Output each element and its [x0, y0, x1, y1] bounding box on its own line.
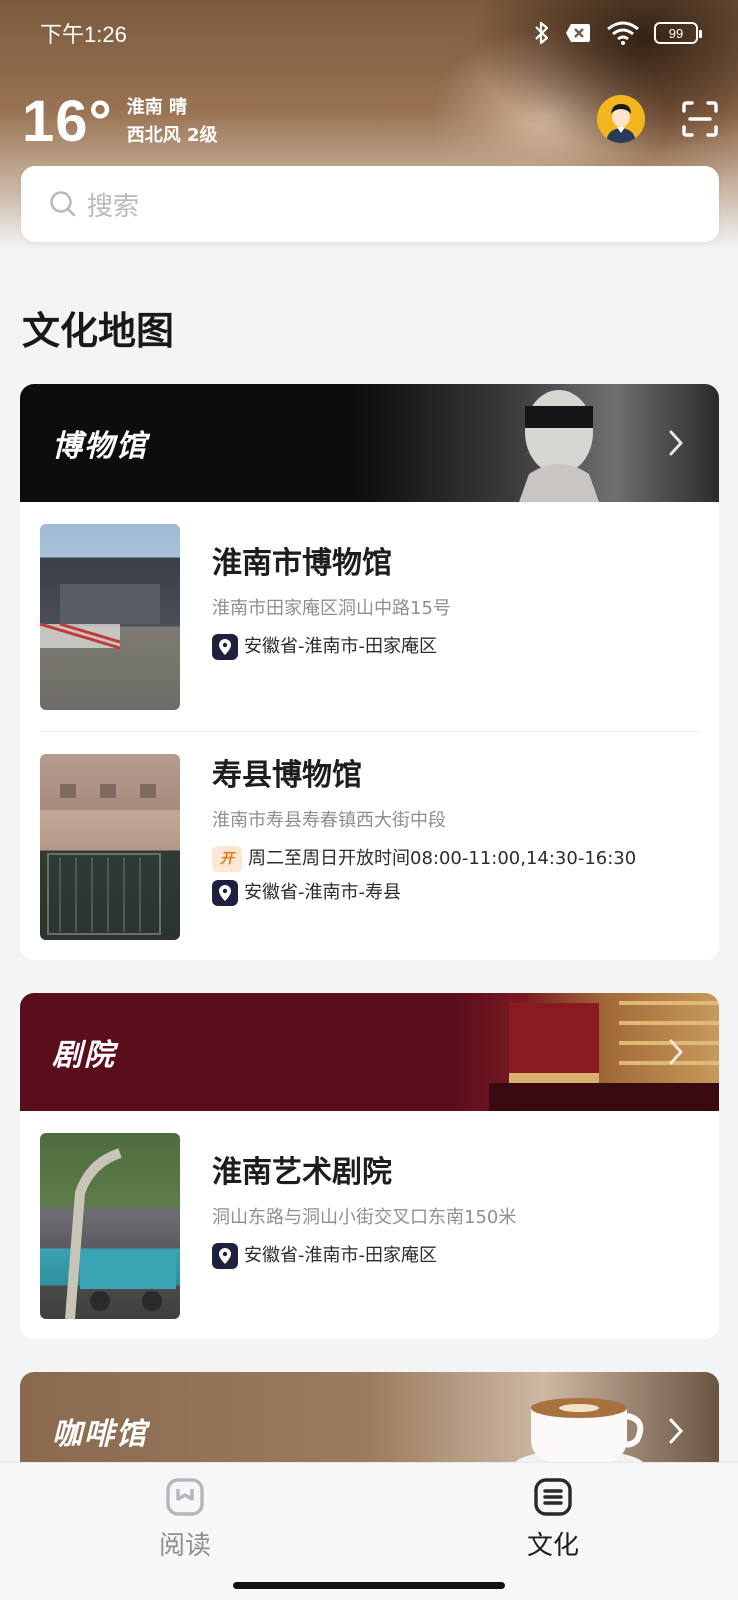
item-region: 安徽省-淮南市-寿县: [212, 880, 699, 906]
item-region-text: 安徽省-淮南市-田家庵区: [244, 1245, 437, 1266]
battery-icon: 99: [654, 22, 702, 44]
museum-statue-art: [519, 390, 599, 502]
item-address: 淮南市寿县寿春镇西大街中段: [212, 810, 446, 831]
list-item[interactable]: 寿县博物馆 淮南市寿县寿春镇西大街中段 开 周二至周日开放时间08:00-11:…: [20, 732, 719, 960]
avatar[interactable]: [597, 95, 645, 143]
culture-list-icon: [534, 1478, 572, 1516]
category-label-theater: 剧院: [52, 1038, 116, 1073]
category-label-museum: 博物馆: [52, 429, 148, 464]
location-pin-icon: [212, 1243, 238, 1269]
search-input[interactable]: 搜索: [87, 186, 139, 223]
scan-icon[interactable]: [680, 99, 720, 139]
status-time: 下午1:26: [40, 22, 127, 47]
category-banner-museum[interactable]: 博物馆: [20, 384, 719, 502]
list-item[interactable]: 淮南艺术剧院 洞山东路与洞山小街交叉口东南150米 安徽省-淮南市-田家庵区: [20, 1111, 719, 1339]
weather-location-condition: 淮南 晴: [126, 96, 187, 118]
open-hours-icon: 开: [212, 846, 242, 872]
status-bar: 下午1:26 99: [0, 0, 738, 66]
item-hours-text: 周二至周日开放时间08:00-11:00,14:30-16:30: [248, 848, 637, 869]
item-region: 安徽省-淮南市-田家庵区: [212, 634, 699, 660]
category-card-theater: 剧院 淮南艺术剧院 洞山东路与洞山小街交叉口东南150米 安徽省-淮南市-田家庵…: [20, 993, 719, 1339]
item-region: 安徽省-淮南市-田家庵区: [212, 1243, 699, 1269]
location-pin-icon: [212, 880, 238, 906]
temperature: 16°: [22, 89, 113, 154]
item-region-text: 安徽省-淮南市-寿县: [244, 882, 401, 903]
tab-label: 阅读: [158, 1531, 211, 1561]
weather-widget[interactable]: 16° 淮南 晴 西北风 2级: [22, 88, 218, 155]
item-thumbnail-image: [40, 1133, 180, 1319]
item-title: 淮南艺术剧院: [212, 1155, 392, 1190]
chevron-right-icon: [669, 1418, 684, 1444]
search-icon: [50, 191, 76, 217]
item-thumbnail-image: [40, 754, 180, 940]
no-sim-icon: [566, 24, 590, 42]
user-avatar-icon: [597, 95, 645, 143]
tab-culture[interactable]: 文化: [493, 1477, 613, 1562]
location-pin-icon: [212, 634, 238, 660]
list-item[interactable]: 淮南市博物馆 淮南市田家庵区洞山中路15号 安徽省-淮南市-田家庵区: [20, 502, 719, 732]
item-address: 淮南市田家庵区洞山中路15号: [212, 598, 451, 619]
item-hours: 开 周二至周日开放时间08:00-11:00,14:30-16:30: [212, 846, 699, 872]
battery-level: 99: [668, 25, 684, 41]
tab-reading[interactable]: 阅读: [125, 1477, 245, 1562]
item-address: 洞山东路与洞山小街交叉口东南150米: [212, 1207, 517, 1228]
bluetooth-icon: [535, 21, 549, 45]
tab-label: 文化: [526, 1531, 579, 1561]
page-title: 文化地图: [22, 309, 175, 353]
weather-wind: 西北风 2级: [126, 124, 218, 146]
item-title: 寿县博物馆: [212, 758, 362, 793]
item-thumbnail-image: [40, 524, 180, 710]
category-banner-theater[interactable]: 剧院: [20, 993, 719, 1111]
chevron-right-icon: [669, 430, 684, 456]
chevron-right-icon: [669, 1039, 684, 1065]
item-title: 淮南市博物馆: [212, 546, 392, 581]
book-icon: [166, 1478, 204, 1516]
search-bar[interactable]: 搜索: [21, 166, 719, 242]
status-icons: 99: [534, 20, 702, 46]
item-region-text: 安徽省-淮南市-田家庵区: [244, 636, 437, 657]
category-card-museum: 博物馆 淮南市博物馆 淮南市田家庵区洞山中路15号 安徽省-淮南市-田家庵区 寿…: [20, 384, 719, 960]
bottom-tab-bar: 阅读 文化: [0, 1462, 738, 1600]
wifi-icon: [607, 21, 639, 45]
home-indicator[interactable]: [233, 1582, 505, 1589]
